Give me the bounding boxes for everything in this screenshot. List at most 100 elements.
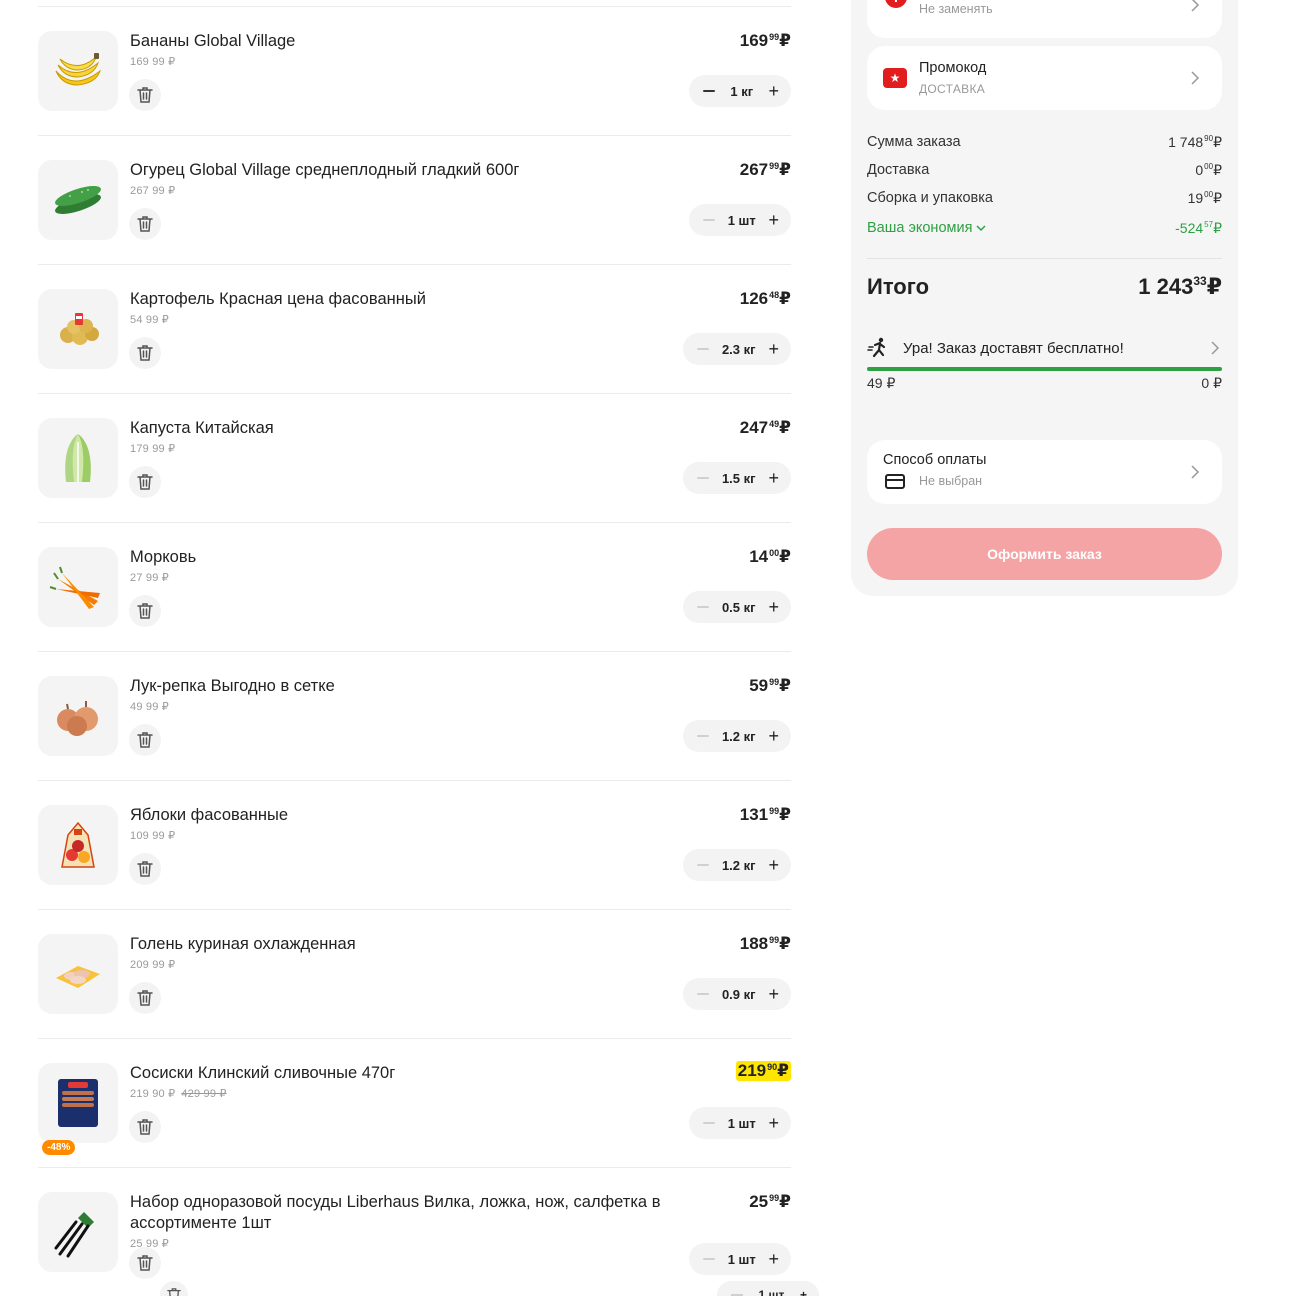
banana-icon <box>55 53 101 86</box>
price-kop: 99 <box>769 677 780 687</box>
minus-icon[interactable] <box>697 735 709 737</box>
trash-icon <box>137 87 153 103</box>
product-name[interactable]: Голень куриная охлажденная <box>130 934 700 955</box>
item-total-price: 18899₽ <box>740 934 791 954</box>
promocode-card[interactable]: ★ Промокод ДОСТАВКА <box>867 46 1222 110</box>
delete-button[interactable] <box>129 853 161 885</box>
minus-icon[interactable] <box>703 1122 715 1124</box>
total-label: Итого <box>867 274 930 299</box>
payment-title: Способ оплаты <box>883 452 987 468</box>
delivery-value: 000₽ <box>1195 162 1222 179</box>
quantity-stepper: 1 шт + <box>717 1281 819 1296</box>
quantity-stepper: 1.2 кг + <box>683 720 791 752</box>
plus-icon[interactable]: + <box>768 598 779 616</box>
product-image[interactable]: -48% <box>38 1063 118 1155</box>
plus-icon[interactable]: + <box>768 1114 779 1132</box>
delete-button[interactable] <box>129 466 161 498</box>
quantity-value: 1 кг <box>730 83 754 99</box>
unit-price: 267 99 ₽ <box>130 185 176 197</box>
price-main: 126 <box>739 289 769 308</box>
product-image[interactable] <box>38 934 118 1014</box>
product-image[interactable] <box>38 547 118 627</box>
checkout-button[interactable]: Оформить заказ <box>867 528 1222 580</box>
trash-icon <box>137 474 153 490</box>
quantity-stepper: 1 шт + <box>689 1107 791 1139</box>
order-sum-value: 1 74890₽ <box>1168 134 1222 151</box>
packing-value: 1900₽ <box>1188 190 1222 207</box>
product-image[interactable] <box>38 31 118 111</box>
trash-icon <box>137 990 153 1006</box>
payment-method-card[interactable]: Способ оплаты Не выбран <box>867 440 1222 504</box>
currency: ₽ <box>1206 274 1222 299</box>
minus-icon[interactable] <box>697 477 709 479</box>
quantity-stepper: 1.2 кг + <box>683 849 791 881</box>
product-image[interactable] <box>38 676 118 756</box>
product-image[interactable] <box>38 289 118 369</box>
price-main: 14 <box>749 547 769 566</box>
minus-icon[interactable] <box>703 90 715 92</box>
payment-value: Не выбран <box>919 474 983 488</box>
packing-label: Сборка и упаковка <box>867 190 993 206</box>
plus-icon[interactable]: + <box>768 469 779 487</box>
item-total-price: 26799₽ <box>740 160 791 180</box>
minus-icon[interactable] <box>697 606 709 608</box>
quantity-value: 1 шт <box>758 1288 785 1296</box>
value-kop: 57 <box>1204 220 1214 229</box>
price-kop: 90 <box>767 1062 778 1072</box>
plus-icon[interactable]: + <box>768 82 779 100</box>
plus-icon[interactable]: + <box>800 1288 807 1296</box>
replacement-option-card[interactable]: i Не заменять <box>867 0 1222 38</box>
plus-icon[interactable]: + <box>768 985 779 1003</box>
product-name[interactable]: Огурец Global Village среднеплодный глад… <box>130 160 700 181</box>
delete-button[interactable] <box>129 1111 161 1143</box>
currency: ₽ <box>1213 162 1222 178</box>
delete-button[interactable] <box>129 982 161 1014</box>
progress-left: 49 ₽ <box>867 375 896 391</box>
cart-item: Лук-репка Выгодно в сетке 49 99 ₽ 5999₽ … <box>38 652 791 780</box>
currency: ₽ <box>777 1061 789 1080</box>
item-total-price: 1400₽ <box>749 547 791 567</box>
plus-icon[interactable]: + <box>768 340 779 358</box>
free-delivery-banner[interactable]: Ура! Заказ доставят бесплатно! <box>867 336 1222 360</box>
product-name[interactable]: Сосиски Клинский сливочные 470г <box>130 1063 700 1084</box>
savings-toggle[interactable]: Ваша экономия <box>867 220 986 237</box>
delete-button[interactable] <box>129 595 161 627</box>
minus-icon[interactable] <box>697 993 709 995</box>
product-name[interactable]: Лук-репка Выгодно в сетке <box>130 676 700 697</box>
alert-icon: i <box>885 0 907 8</box>
delete-button[interactable] <box>129 1247 161 1279</box>
plus-icon[interactable]: + <box>768 1250 779 1268</box>
chevron-right-icon <box>1191 0 1200 12</box>
delete-button[interactable] <box>129 724 161 756</box>
product-name[interactable]: Набор одноразовой посуды Liberhaus Вилка… <box>130 1192 700 1234</box>
quantity-value: 1 шт <box>727 212 756 228</box>
minus-icon[interactable] <box>703 219 715 221</box>
product-name[interactable]: Морковь <box>130 547 700 568</box>
product-name[interactable]: Капуста Китайская <box>130 418 700 439</box>
trash-icon <box>137 1255 153 1271</box>
currency: ₽ <box>1213 134 1222 150</box>
cart-item: -48% Сосиски Клинский сливочные 470г 219… <box>38 1039 791 1167</box>
delete-button[interactable] <box>129 337 161 369</box>
quantity-stepper: 2.3 кг + <box>683 333 791 365</box>
price-kop: 99 <box>769 806 780 816</box>
plus-icon[interactable]: + <box>768 211 779 229</box>
minus-icon[interactable] <box>703 1258 715 1260</box>
unit-price-current: 219 90 ₽ <box>130 1088 176 1100</box>
product-image[interactable] <box>38 805 118 885</box>
product-image[interactable] <box>38 160 118 240</box>
product-name[interactable]: Яблоки фасованные <box>130 805 700 826</box>
product-image[interactable] <box>38 1192 118 1272</box>
delete-button[interactable] <box>129 79 161 111</box>
savings-row[interactable]: Ваша экономия -52457₽ <box>867 220 1222 237</box>
delete-button[interactable] <box>129 208 161 240</box>
product-name[interactable]: Картофель Красная цена фасованный <box>130 289 700 310</box>
plus-icon[interactable]: + <box>768 856 779 874</box>
price-kop: 99 <box>769 161 780 171</box>
product-image[interactable] <box>38 418 118 498</box>
minus-icon[interactable] <box>697 348 709 350</box>
product-name[interactable]: Бананы Global Village <box>130 31 700 52</box>
quantity-stepper: 1.5 кг + <box>683 462 791 494</box>
plus-icon[interactable]: + <box>768 727 779 745</box>
minus-icon[interactable] <box>697 864 709 866</box>
